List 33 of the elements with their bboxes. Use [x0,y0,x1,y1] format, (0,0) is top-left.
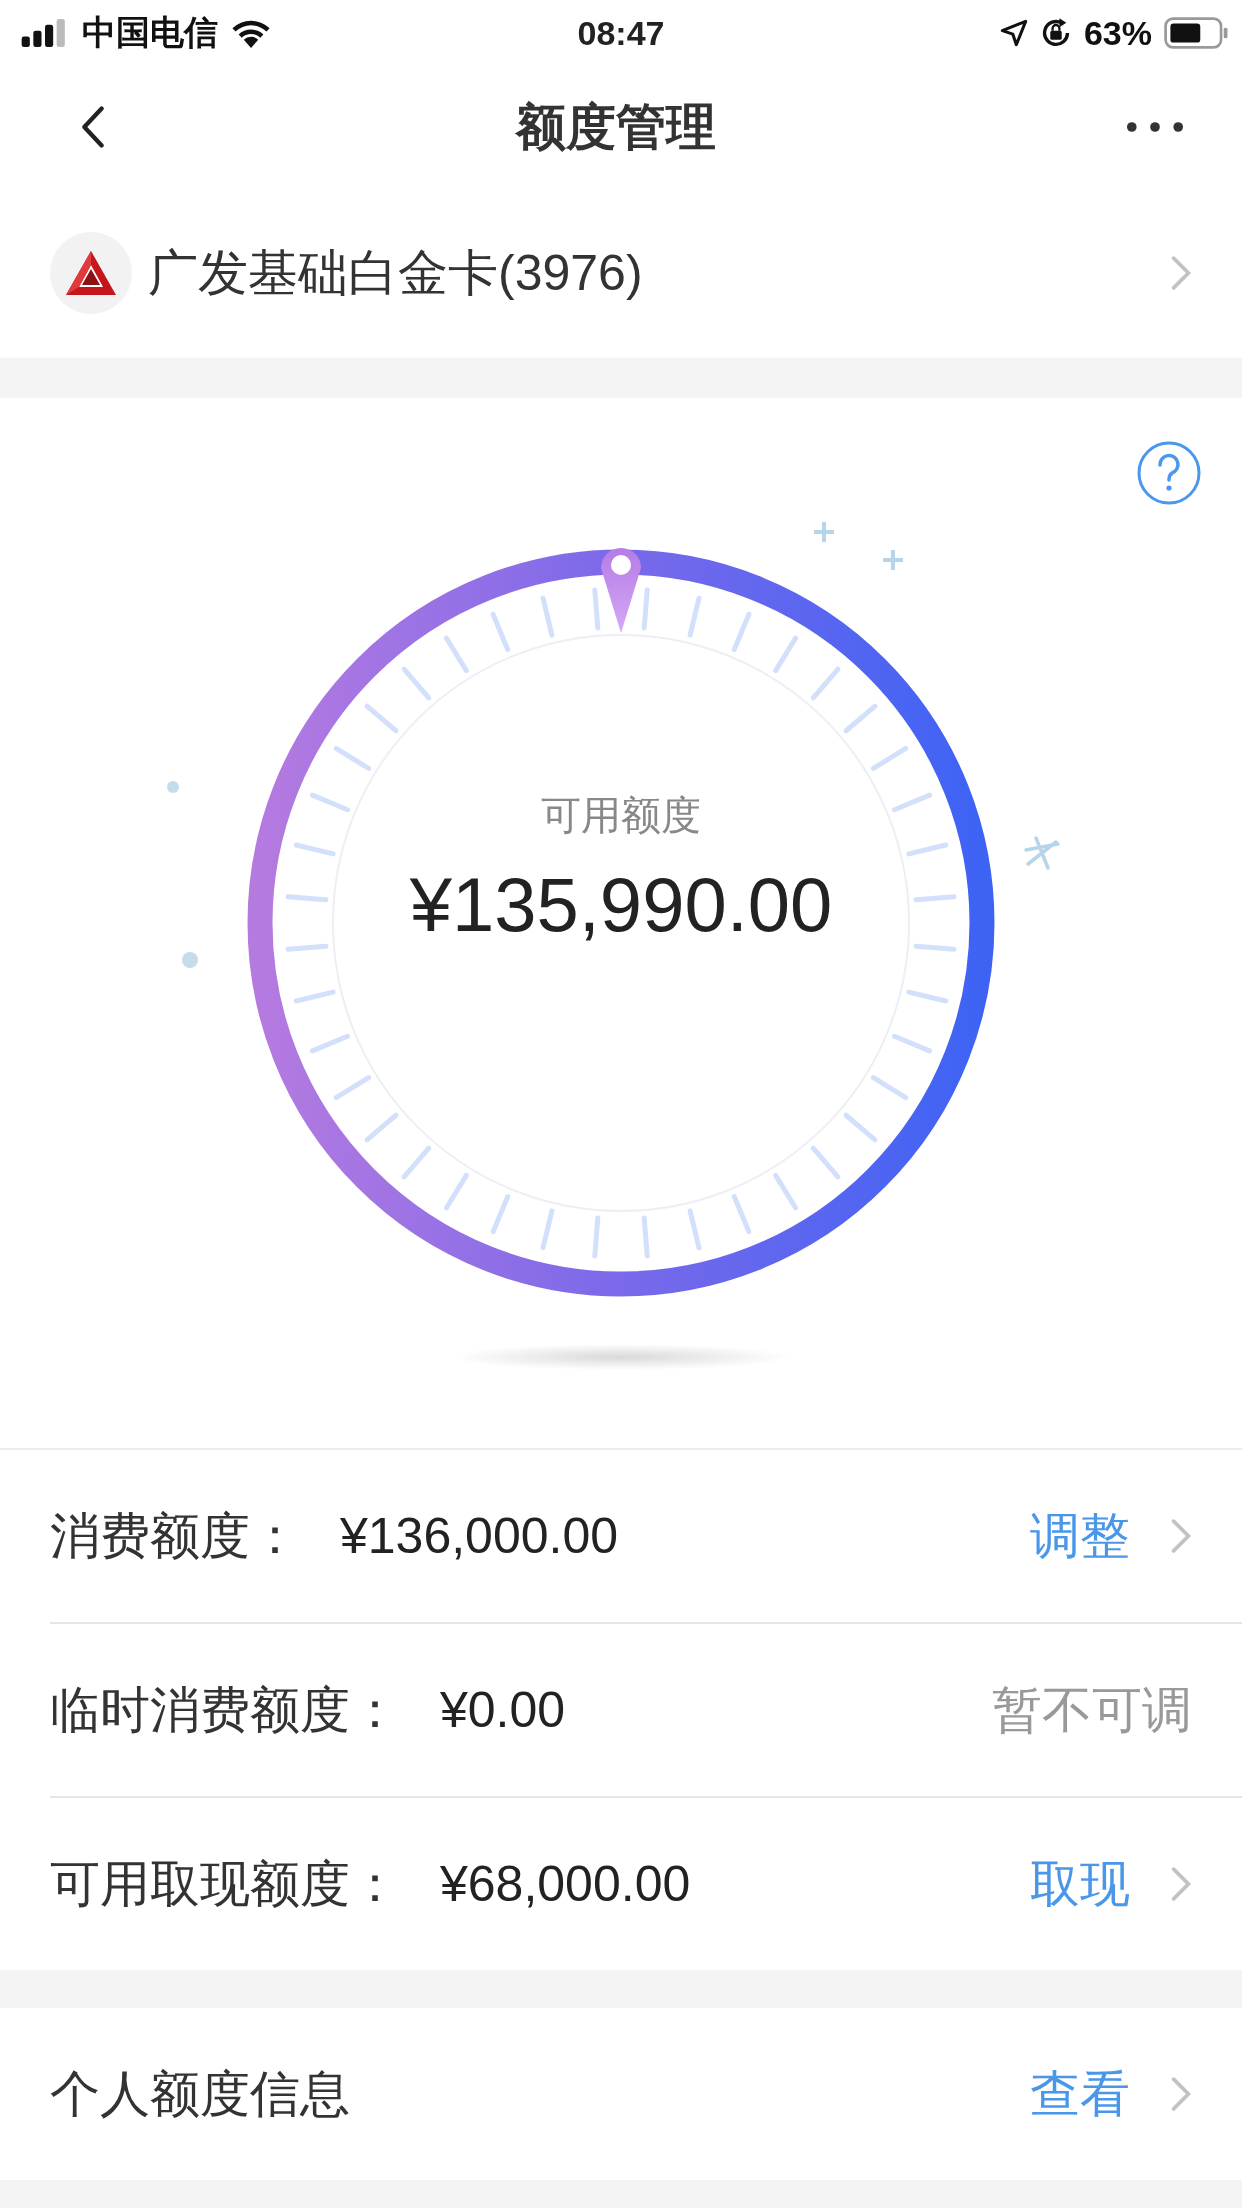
carrier-name: 中国电信 [82,12,218,53]
sparkle-icon [881,548,905,572]
more-icon[interactable] [1126,121,1184,133]
available-limit-label: 可用额度 [541,792,701,839]
sparkle-icon [1024,836,1060,870]
limit-label: 可用取现额度： [50,1854,400,1914]
limit-value: ¥68,000.00 [440,1855,691,1913]
available-limit-amount: ¥135,990.00 [409,861,833,948]
clock-time: 08:47 [576,13,666,53]
location-arrow-icon [999,19,1028,47]
limit-value: ¥0.00 [440,1681,566,1739]
pin-icon [601,548,641,633]
view-link[interactable]: 查看 [1030,2060,1130,2128]
back-icon[interactable] [80,104,106,150]
chevron-icon [1170,1518,1192,1554]
battery-percent: 63% [1083,13,1152,53]
chevron-icon [1170,2076,1192,2112]
help-icon[interactable] [1136,440,1202,506]
sparkle-icon [812,520,836,544]
card-selector[interactable]: 广发基础白金卡(3976) [0,188,1242,358]
battery-icon [1164,17,1228,49]
limit-value: ¥136,000.00 [340,1507,619,1565]
page-title: 额度管理 [516,97,716,157]
limit-label: 临时消费额度： [50,1680,400,1740]
limit-action-link[interactable]: 取现 [1030,1850,1130,1918]
dot-icon [167,781,179,793]
personal-limit-info-label: 个人额度信息 [50,2064,350,2124]
limit-status: 暂不可调 [992,1680,1192,1740]
dot-icon [182,952,198,968]
limit-action-link[interactable]: 调整 [1030,1502,1130,1570]
limit-label: 消费额度： [50,1506,300,1566]
chevron-icon [1170,1866,1192,1902]
chevron-icon [1170,255,1192,291]
